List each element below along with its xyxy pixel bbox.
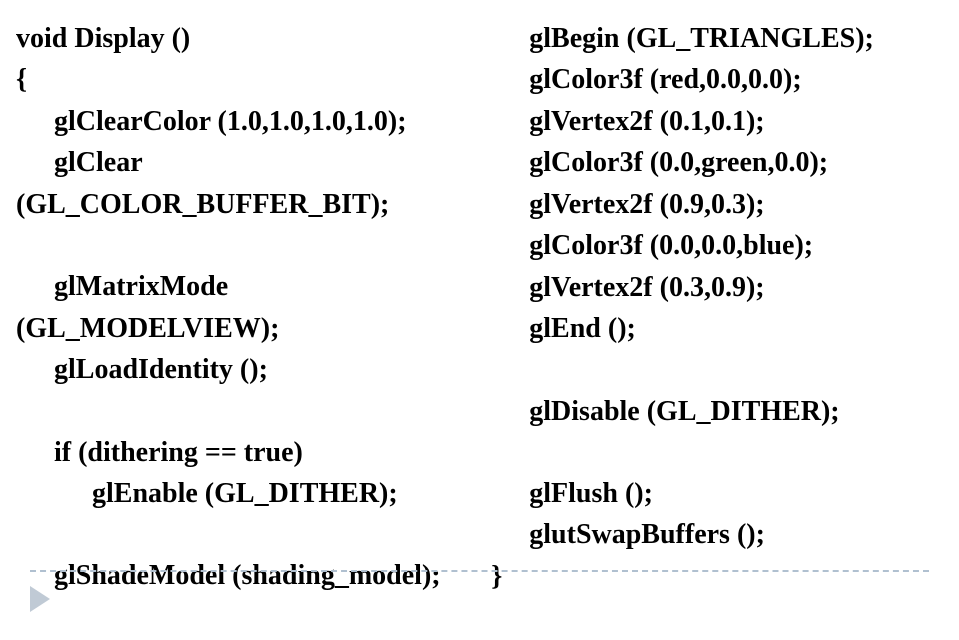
code-line: glVertex2f (0.9,0.3); [491, 184, 928, 225]
code-line: glClear [16, 142, 453, 183]
code-line: glVertex2f (0.1,0.1); [491, 101, 928, 142]
code-line: } [491, 556, 928, 597]
code-line: glColor3f (0.0,green,0.0); [491, 142, 928, 183]
code-line: glEnd (); [491, 308, 928, 349]
code-line: if (dithering == true) [16, 432, 453, 473]
code-line: glEnable (GL_DITHER); [16, 473, 453, 514]
code-line: glMatrixMode [16, 266, 453, 307]
blank-line [491, 350, 928, 391]
code-line: glutSwapBuffers (); [491, 514, 928, 555]
code-line: glVertex2f (0.3,0.9); [491, 267, 928, 308]
blank-line [16, 514, 453, 555]
code-line: glFlush (); [491, 473, 928, 514]
code-line: (GL_MODELVIEW); [16, 308, 453, 349]
code-line: glShadeModel (shading_model); [16, 555, 453, 596]
left-column: void Display () { glClearColor (1.0,1.0,… [16, 18, 453, 597]
code-line: (GL_COLOR_BUFFER_BIT); [16, 184, 453, 225]
right-column: glBegin (GL_TRIANGLES); glColor3f (red,0… [491, 18, 928, 597]
blank-line [491, 432, 928, 473]
code-line: glDisable (GL_DITHER); [491, 391, 928, 432]
code-line: { [16, 59, 453, 100]
code-line: glColor3f (0.0,0.0,blue); [491, 225, 928, 266]
code-line: glColor3f (red,0.0,0.0); [491, 59, 928, 100]
chevron-right-icon [30, 586, 50, 612]
code-line: glLoadIdentity (); [16, 349, 453, 390]
blank-line [16, 391, 453, 432]
code-slide: void Display () { glClearColor (1.0,1.0,… [0, 0, 959, 597]
code-line: glClearColor (1.0,1.0,1.0,1.0); [16, 101, 453, 142]
code-line: glBegin (GL_TRIANGLES); [491, 18, 928, 59]
blank-line [16, 225, 453, 266]
code-line: void Display () [16, 18, 453, 59]
divider-line [30, 570, 929, 572]
